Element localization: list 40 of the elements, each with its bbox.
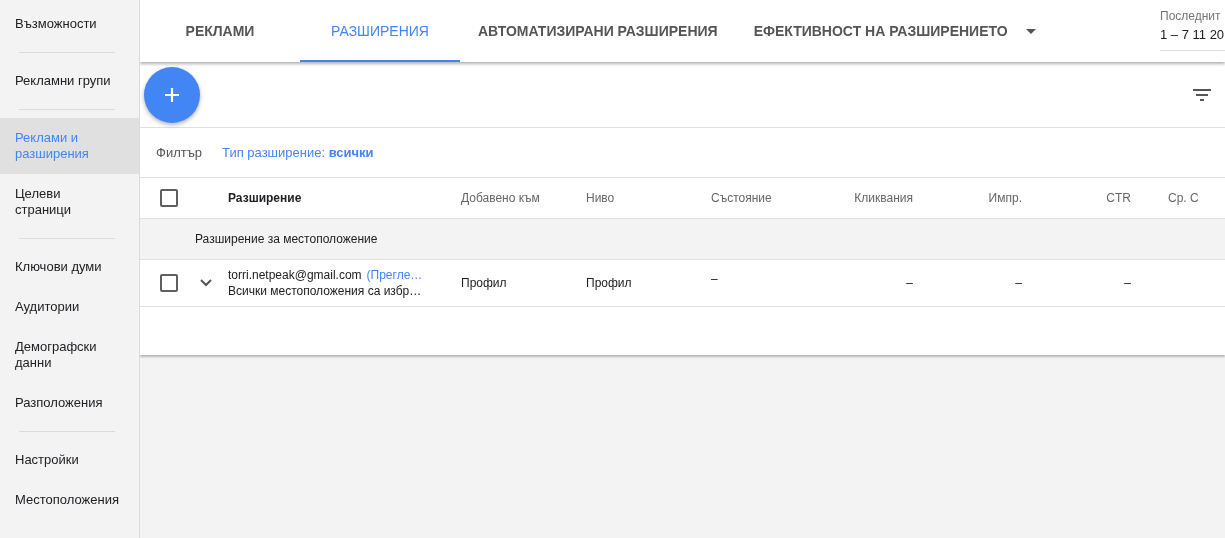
- tab[interactable]: АВТОМАТИЗИРАНИ РАЗШИРЕНИЯ: [460, 0, 736, 62]
- column-header[interactable]: Състояние: [711, 191, 772, 205]
- filter-chip[interactable]: Тип разширение: всички: [222, 145, 374, 160]
- column-header[interactable]: Добавено към: [461, 191, 540, 205]
- table-cell-text: Всички местоположения са избр…: [228, 283, 423, 299]
- nav-item[interactable]: Аудитории: [0, 287, 139, 327]
- caret-icon[interactable]: [1025, 28, 1036, 34]
- table-cell: –: [1015, 276, 1022, 290]
- column-header[interactable]: Кликвания: [854, 191, 913, 205]
- add-button[interactable]: [144, 66, 200, 123]
- plus-icon: [164, 86, 180, 103]
- table-cell: Профил: [461, 276, 507, 290]
- nav-item[interactable]: Възможности: [0, 4, 139, 44]
- table-cell: torri.netpeak@gmail.com: [228, 268, 362, 282]
- nav-item[interactable]: Ключови думи: [0, 247, 139, 287]
- nav-item[interactable]: Демографски данни: [0, 327, 139, 383]
- nav-item[interactable]: Рекламни групи: [0, 61, 139, 101]
- table-cell: Профил: [586, 276, 632, 290]
- tab[interactable]: ЕФЕКТИВНОСТ НА РАЗШИРЕНИЕТО: [735, 0, 1054, 62]
- column-header[interactable]: CTR: [1106, 191, 1131, 205]
- nav-item[interactable]: Разположения: [0, 383, 139, 423]
- column-header[interactable]: Разширение: [228, 191, 302, 205]
- column-header[interactable]: Ниво: [586, 191, 615, 205]
- checkbox[interactable]: [160, 274, 178, 292]
- column-header[interactable]: Импр.: [988, 191, 1022, 205]
- nav-item[interactable]: Целеви страници: [0, 174, 139, 230]
- table-cell: –: [906, 276, 913, 290]
- column-header[interactable]: Ср. С: [1168, 191, 1199, 205]
- group-label: Разширение за местоположение: [195, 232, 378, 246]
- table-cell: –: [711, 272, 718, 286]
- preview-link[interactable]: (Прегле…: [366, 268, 423, 282]
- checkbox[interactable]: [160, 189, 178, 207]
- chevron-down-icon[interactable]: [200, 279, 212, 287]
- tab[interactable]: РЕКЛАМИ: [140, 0, 300, 62]
- filter-label: Филтър: [156, 145, 203, 160]
- nav-item[interactable]: Настройки: [0, 440, 139, 480]
- date-range-picker[interactable]: Последнит 1 – 7 11 20: [1160, 0, 1225, 62]
- filter-icon[interactable]: [1193, 88, 1211, 101]
- table-cell: –: [1124, 276, 1131, 290]
- nav-item[interactable]: Местоположения: [0, 480, 139, 520]
